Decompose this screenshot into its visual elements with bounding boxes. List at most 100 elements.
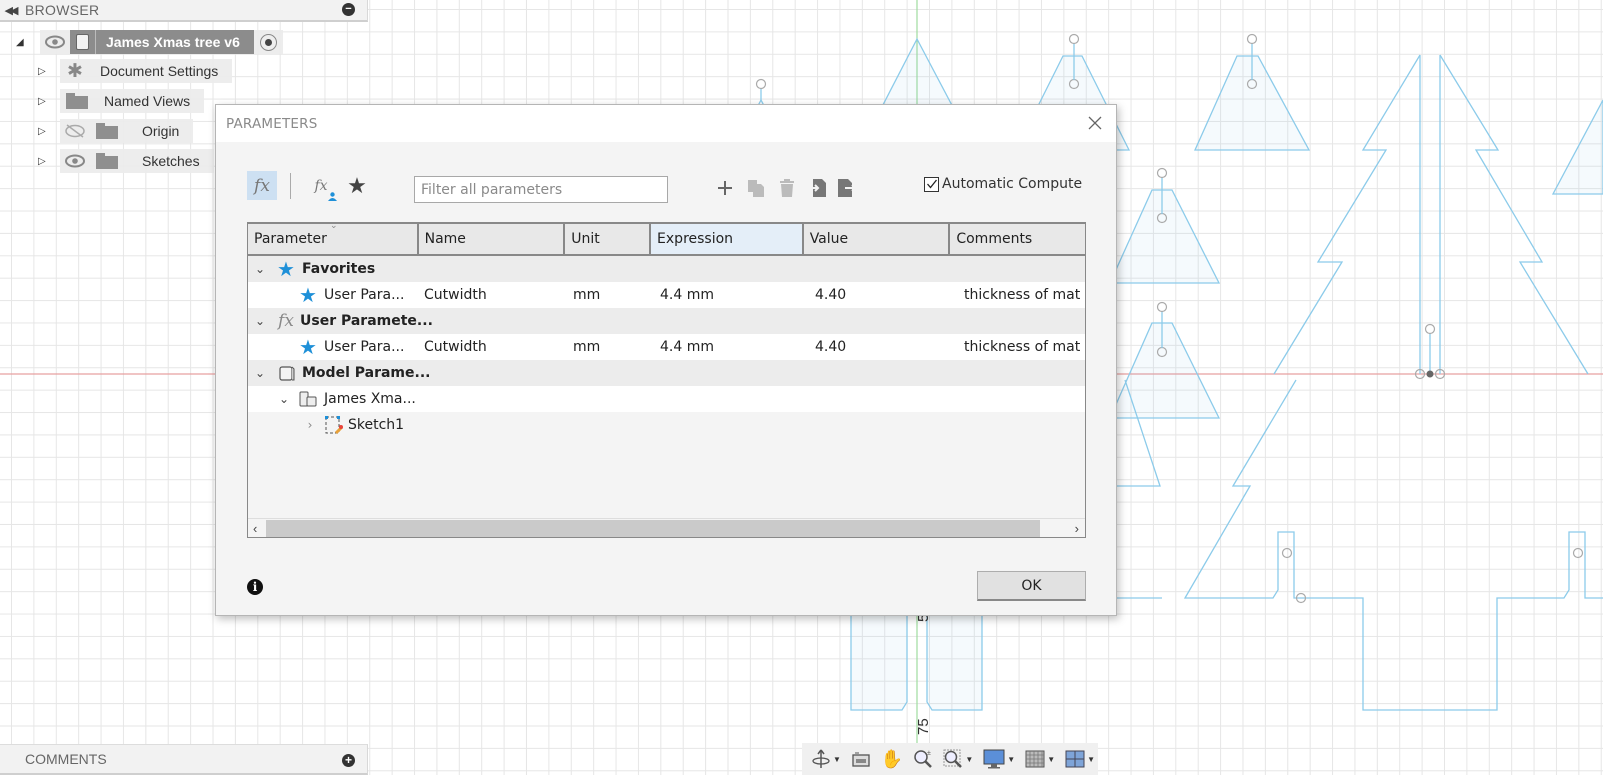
orbit-tool[interactable]: ▼ bbox=[808, 745, 844, 773]
column-header-parameter[interactable]: ⌄ Parameter bbox=[248, 221, 419, 254]
copy-parameter-button[interactable] bbox=[744, 176, 768, 200]
table-row[interactable]: ★ User Para... Cutwidth mm 4.4 mm 4.40 t… bbox=[248, 282, 1085, 308]
horizontal-scrollbar[interactable]: ‹ › bbox=[248, 518, 1085, 537]
chevron-down-icon[interactable]: ▼ bbox=[1087, 755, 1095, 764]
add-parameter-button[interactable] bbox=[713, 176, 737, 200]
zoom-window-tool[interactable]: ▼ bbox=[940, 745, 976, 773]
browser-item-origin[interactable]: ▷ Origin bbox=[38, 119, 194, 143]
show-all-parameters-button[interactable]: fx bbox=[247, 171, 277, 200]
favorites-filter-button[interactable]: ★ bbox=[344, 171, 370, 200]
checkmark-icon bbox=[926, 179, 937, 189]
cell-unit: mm bbox=[573, 339, 601, 355]
sketch-base bbox=[926, 599, 983, 711]
column-header-unit[interactable]: Unit bbox=[565, 224, 652, 254]
scroll-right-icon[interactable]: › bbox=[1075, 519, 1079, 538]
scrollbar-thumb[interactable] bbox=[266, 520, 1040, 537]
chevron-down-icon[interactable]: ⌄ bbox=[252, 366, 268, 380]
table-group-user-parameters[interactable]: ⌄ fx User Paramete... bbox=[248, 308, 1085, 334]
close-icon[interactable] bbox=[1086, 114, 1104, 132]
chevron-down-icon[interactable]: ⌄ bbox=[252, 262, 268, 276]
automatic-compute-checkbox[interactable] bbox=[924, 176, 939, 192]
component-icon bbox=[299, 391, 317, 407]
cell-parameter: ★ User Para... bbox=[248, 282, 421, 308]
browser-item-document-settings[interactable]: ▷ ✱ Document Settings bbox=[38, 59, 233, 83]
chevron-down-icon[interactable]: ▼ bbox=[833, 755, 841, 764]
star-icon: ★ bbox=[277, 257, 295, 281]
dialog-titlebar[interactable]: PARAMETERS bbox=[216, 105, 1116, 142]
filter-parameters-input[interactable] bbox=[414, 176, 668, 203]
chevron-down-icon[interactable]: ▼ bbox=[1047, 755, 1055, 764]
cell-name[interactable]: Cutwidth bbox=[421, 282, 570, 308]
minimize-icon[interactable]: − bbox=[342, 3, 355, 16]
folder-icon bbox=[96, 123, 118, 139]
eye-hidden-icon[interactable] bbox=[64, 124, 86, 138]
parameters-dialog: PARAMETERS fx fx ★ Auto bbox=[215, 104, 1117, 616]
expand-icon[interactable]: ▷ bbox=[38, 126, 52, 137]
browser-item-label: Document Settings bbox=[100, 63, 219, 79]
automatic-compute-toggle[interactable]: Automatic Compute bbox=[924, 176, 1082, 192]
pan-tool[interactable]: ✋ bbox=[878, 745, 906, 773]
sketch-base bbox=[850, 599, 908, 711]
user-parameters-filter-button[interactable]: fx bbox=[307, 171, 337, 201]
collapse-panel-icon[interactable]: ◀◀ bbox=[0, 4, 20, 17]
expand-icon[interactable]: ▷ bbox=[38, 156, 52, 167]
chevron-down-icon[interactable]: ▼ bbox=[1007, 755, 1015, 764]
column-header-value[interactable]: Value bbox=[803, 224, 951, 254]
delete-parameter-button[interactable] bbox=[775, 176, 799, 200]
column-header-comments[interactable]: Comments bbox=[950, 224, 1086, 254]
eye-icon[interactable] bbox=[44, 35, 66, 49]
chevron-down-icon[interactable]: ⌄ bbox=[276, 392, 292, 406]
display-settings-icon bbox=[983, 749, 1005, 769]
viewports-tool[interactable]: ▼ bbox=[1062, 745, 1098, 773]
expand-icon[interactable]: ▷ bbox=[38, 96, 52, 107]
add-comment-icon[interactable]: + bbox=[342, 754, 355, 767]
browser-item-label: Sketches bbox=[142, 153, 200, 169]
table-group-favorites[interactable]: ⌄ ★ Favorites bbox=[248, 256, 1085, 282]
expand-triangle-icon[interactable]: ◢ bbox=[16, 37, 30, 48]
favorite-star-icon[interactable]: ★ bbox=[296, 283, 320, 307]
ok-button[interactable]: OK bbox=[977, 571, 1086, 601]
export-button[interactable] bbox=[835, 176, 859, 200]
chevron-down-icon[interactable]: ▼ bbox=[965, 755, 973, 764]
table-row-sketch[interactable]: › Sketch1 bbox=[248, 412, 1085, 438]
eye-icon[interactable] bbox=[64, 154, 86, 168]
group-label: User Paramete... bbox=[300, 313, 433, 329]
info-icon[interactable]: i bbox=[247, 579, 263, 595]
chevron-down-icon[interactable]: ⌄ bbox=[252, 314, 268, 328]
cell-unit: mm bbox=[573, 287, 601, 303]
browser-root-node[interactable]: ◢ James Xmas tree v6 bbox=[16, 30, 283, 54]
fx-icon: fx bbox=[278, 311, 294, 331]
activate-radio-icon[interactable] bbox=[259, 33, 277, 51]
sketch-big-tree bbox=[1273, 54, 1421, 375]
zoom-tool[interactable]: ± bbox=[910, 745, 936, 773]
sort-chevron-icon: ⌄ bbox=[330, 221, 338, 231]
orbit-icon bbox=[812, 749, 830, 768]
look-at-tool[interactable] bbox=[848, 745, 874, 773]
display-settings-tool[interactable]: ▼ bbox=[980, 745, 1018, 773]
cell-expression[interactable]: 4.4 mm bbox=[658, 334, 813, 360]
cell-name[interactable]: Cutwidth bbox=[421, 334, 570, 360]
cell-comments[interactable]: thickness of mat bbox=[962, 282, 1085, 308]
favorite-star-icon[interactable]: ★ bbox=[296, 335, 320, 359]
import-icon bbox=[808, 179, 826, 197]
body-icon bbox=[279, 366, 295, 381]
chevron-right-icon[interactable]: › bbox=[302, 418, 318, 432]
root-component-name[interactable]: James Xmas tree v6 bbox=[96, 30, 254, 54]
grid-tool[interactable]: ▼ bbox=[1022, 745, 1058, 773]
export-icon bbox=[838, 179, 857, 197]
cell-expression[interactable]: 4.4 mm bbox=[658, 282, 813, 308]
browser-item-named-views[interactable]: ▷ Named Views bbox=[38, 89, 205, 113]
browser-item-sketches[interactable]: ▷ Sketches bbox=[38, 149, 214, 173]
cell-parameter: ★ User Para... bbox=[248, 334, 421, 360]
cell-comments[interactable]: thickness of mat bbox=[962, 334, 1085, 360]
import-button[interactable] bbox=[805, 176, 829, 200]
column-header-name[interactable]: Name bbox=[418, 224, 566, 254]
sketch-big-tree bbox=[1439, 54, 1589, 375]
comments-title: COMMENTS bbox=[25, 751, 107, 767]
table-group-model-parameters[interactable]: ⌄ Model Parame... bbox=[248, 360, 1085, 386]
scroll-left-icon[interactable]: ‹ bbox=[253, 519, 257, 538]
table-row-component[interactable]: ⌄ James Xma... bbox=[248, 386, 1085, 412]
expand-icon[interactable]: ▷ bbox=[38, 66, 52, 77]
table-row[interactable]: ★ User Para... Cutwidth mm 4.4 mm 4.40 t… bbox=[248, 334, 1085, 360]
column-header-expression[interactable]: Expression bbox=[651, 224, 804, 254]
